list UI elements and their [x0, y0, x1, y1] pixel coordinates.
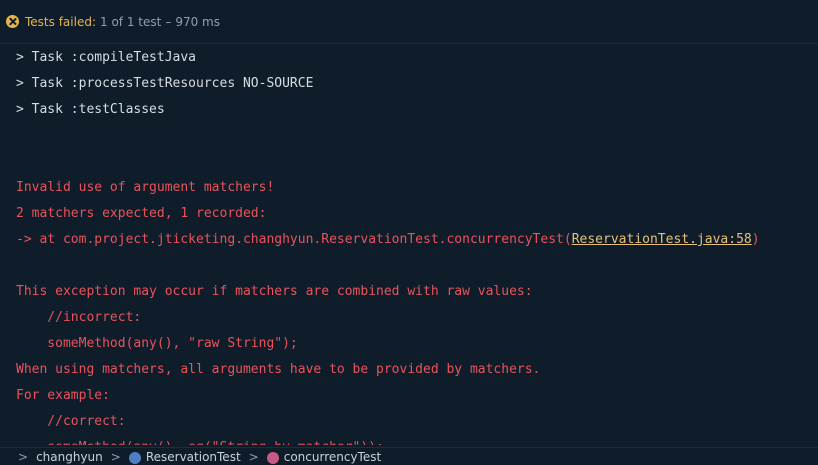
- correct-code: someMethod(any(), eq("String by matcher"…: [16, 435, 818, 445]
- breadcrumb-separator: >: [110, 449, 121, 464]
- source-link[interactable]: ReservationTest.java:58: [572, 232, 752, 247]
- status-time: 970 ms: [175, 14, 220, 29]
- trace-suffix: ): [751, 232, 760, 247]
- fail-icon: [6, 15, 19, 28]
- breadcrumb-package[interactable]: changhyun: [36, 450, 103, 464]
- error-rule: When using matchers, all arguments have …: [16, 362, 541, 377]
- incorrect-comment: //incorrect:: [16, 310, 142, 325]
- example-label: For example:: [16, 388, 110, 403]
- incorrect-code: someMethod(any(), "raw String");: [16, 336, 298, 351]
- method-icon: [266, 451, 279, 464]
- breadcrumb-separator: >: [18, 449, 29, 464]
- correct-comment: //correct:: [16, 414, 126, 429]
- breadcrumb-class[interactable]: ReservationTest: [128, 449, 241, 464]
- gradle-task-line: > Task :processTestResources NO-SOURCE: [16, 76, 314, 91]
- status-separator: –: [165, 14, 172, 29]
- status-label: Tests failed:: [25, 14, 96, 29]
- status-count: 1 of 1 test: [100, 14, 162, 29]
- gradle-task-line: > Task :testClasses: [16, 102, 165, 117]
- breadcrumb-class-label: ReservationTest: [145, 449, 241, 464]
- trace-prefix: -> at com.project.jticketing.changhyun.R…: [16, 232, 572, 247]
- console-output[interactable]: > Task :compileTestJava > Task :processT…: [0, 44, 818, 445]
- class-icon: [128, 451, 141, 464]
- error-title: Invalid use of argument matchers!: [16, 180, 275, 195]
- gradle-task-line: > Task :compileTestJava: [16, 50, 197, 65]
- breadcrumb-method-label: concurrencyTest: [283, 449, 382, 464]
- error-explain: This exception may occur if matchers are…: [16, 284, 533, 299]
- stack-trace-line: -> at com.project.jticketing.changhyun.R…: [16, 227, 818, 253]
- error-detail: 2 matchers expected, 1 recorded:: [16, 206, 267, 221]
- breadcrumb-separator: >: [248, 449, 259, 464]
- breadcrumb-method[interactable]: concurrencyTest: [266, 449, 382, 464]
- breadcrumb: > changhyun > ReservationTest > concurre…: [0, 447, 818, 465]
- test-status-bar: Tests failed: 1 of 1 test – 970 ms: [0, 0, 818, 44]
